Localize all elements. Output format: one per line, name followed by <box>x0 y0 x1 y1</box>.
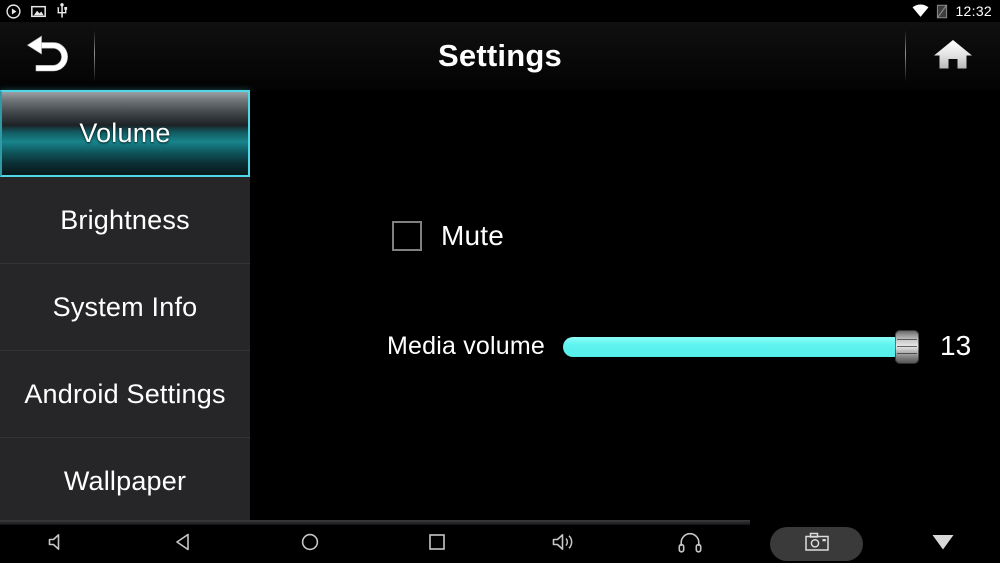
picture-icon <box>31 5 46 18</box>
mute-label: Mute <box>441 220 505 251</box>
back-icon <box>172 530 196 559</box>
status-bar-left-icons <box>6 3 68 19</box>
nav-home-button[interactable] <box>265 525 355 563</box>
sidebar: Volume Brightness System Info Android Se… <box>0 90 250 525</box>
sidebar-item-label: System Info <box>52 291 198 322</box>
back-arrow-icon <box>21 34 73 79</box>
media-volume-row: Media volume 13 <box>250 326 1000 366</box>
mute-checkbox[interactable] <box>392 221 422 251</box>
sidebar-item-system-info[interactable]: System Info <box>0 264 250 351</box>
status-bar-right-icons: 12:32 <box>912 0 992 22</box>
media-volume-value: 13 <box>940 330 972 361</box>
sim-signal-icon <box>936 4 948 19</box>
media-play-icon <box>6 3 21 19</box>
sidebar-item-label: Brightness <box>60 204 190 235</box>
volume-up-icon <box>550 530 576 559</box>
status-clock: 12:32 <box>955 3 992 19</box>
sidebar-item-label: Android Settings <box>24 378 226 409</box>
volume-settings-panel: Mute Media volume 13 <box>250 90 1000 525</box>
home-circle-icon <box>298 530 322 559</box>
sidebar-item-wallpaper[interactable]: Wallpaper <box>0 438 250 525</box>
settings-screen: 12:32 Settings Volume Brightness System … <box>0 0 1000 563</box>
nav-screenshot-button[interactable] <box>770 527 863 561</box>
sidebar-item-volume[interactable]: Volume <box>0 90 250 177</box>
nav-volume-down-button[interactable] <box>12 525 102 563</box>
nav-volume-up-button[interactable] <box>518 525 608 563</box>
home-button[interactable] <box>906 22 1000 90</box>
media-volume-label: Media volume <box>387 331 546 360</box>
recents-icon <box>425 530 449 559</box>
screenshot-camera-icon <box>804 531 830 558</box>
volume-down-icon <box>45 530 69 559</box>
usb-icon <box>56 3 68 19</box>
sidebar-item-label: Wallpaper <box>63 465 187 496</box>
nav-back-button[interactable] <box>139 525 229 563</box>
back-button[interactable] <box>0 22 94 90</box>
nav-hide-navbar-button[interactable] <box>898 525 988 563</box>
media-volume-slider-fill <box>563 337 905 357</box>
media-volume-slider-thumb[interactable] <box>895 330 919 364</box>
title-bar: Settings <box>0 22 1000 90</box>
navigation-bar <box>0 525 1000 563</box>
hide-navbar-icon <box>929 531 957 558</box>
page-title: Settings <box>438 38 562 73</box>
nav-headphones-button[interactable] <box>645 525 735 563</box>
nav-recents-button[interactable] <box>392 525 482 563</box>
sidebar-item-label: Volume <box>79 118 171 148</box>
mute-setting-row: Mute <box>392 220 504 252</box>
titlebar-left-divider <box>94 30 95 82</box>
wifi-icon <box>912 4 929 18</box>
sidebar-item-android-settings[interactable]: Android Settings <box>0 351 250 438</box>
headphones-icon <box>677 530 703 559</box>
sidebar-item-brightness[interactable]: Brightness <box>0 177 250 264</box>
home-icon <box>931 34 975 79</box>
status-bar: 12:32 <box>0 0 1000 22</box>
media-volume-slider[interactable] <box>563 330 919 364</box>
